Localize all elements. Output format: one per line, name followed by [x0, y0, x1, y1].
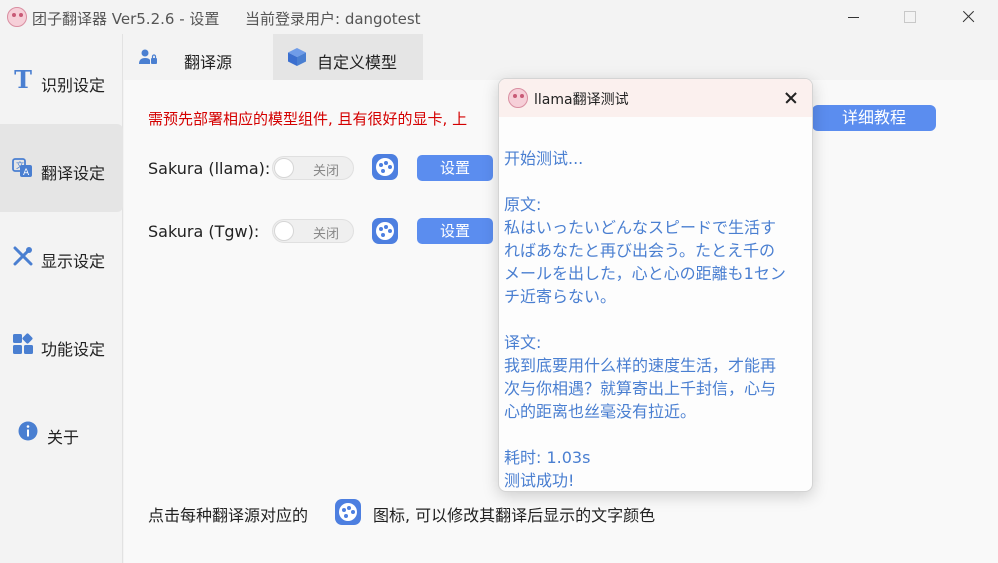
title-bar: 团子翻译器 Ver5.2.6 - 设置 当前登录用户: dangotest: [0, 0, 998, 34]
app-logo-icon: [7, 7, 27, 27]
sidebar-item-translation[interactable]: 文 A 翻译设定: [0, 124, 123, 212]
tab-custom-model[interactable]: 自定义模型: [273, 34, 423, 80]
detailed-tutorial-button[interactable]: 详细教程: [812, 105, 936, 131]
maximize-button[interactable]: [882, 0, 940, 34]
palette-dot: [351, 510, 355, 514]
palette-dot: [384, 225, 388, 229]
window-title: 团子翻译器 Ver5.2.6 - 设置: [32, 10, 220, 28]
palette-dot: [379, 227, 383, 231]
sidebar-item-label: 翻译设定: [41, 164, 106, 183]
current-user: 当前登录用户: dangotest: [245, 10, 421, 28]
footer-hint-end: 图标, 可以修改其翻译后显示的文字颜色: [373, 506, 656, 525]
dialog-close-button[interactable]: [779, 87, 803, 109]
toggle-knob: [274, 158, 294, 178]
app-logo-icon: [508, 88, 528, 108]
palette-dot: [388, 229, 392, 233]
sakura-llama-toggle[interactable]: 关闭: [272, 156, 354, 180]
palette-dot: [347, 506, 351, 510]
dialog-title: llama翻译测试: [534, 92, 629, 108]
dialog-line: 译文:: [504, 333, 542, 352]
sakura-tgw-toggle[interactable]: 关闭: [272, 219, 354, 243]
warning-text: 需预先部署相应的模型组件, 且有很好的显卡, 上: [148, 110, 468, 128]
palette-dot: [384, 161, 388, 165]
palette-icon: [335, 499, 361, 525]
dialog-line: メールを出した，心と心の距離も1セン: [504, 264, 786, 283]
translate-icon: 文 A: [12, 157, 34, 179]
footer-hint-start: 点击每种翻译源对应的: [148, 506, 309, 525]
apps-icon: [12, 333, 34, 355]
tab-bar: 翻译源 自定义模型: [124, 34, 998, 80]
sakura-llama-label: Sakura (llama):: [148, 159, 271, 178]
sidebar-item-label: 关于: [47, 428, 80, 447]
palette-face: [376, 158, 394, 176]
sidebar-item-display[interactable]: 显示设定: [0, 212, 123, 300]
tab-label: 翻译源: [184, 53, 233, 72]
palette-dot: [381, 233, 385, 237]
palette-dot: [381, 169, 385, 173]
dialog-line: 测试成功!: [504, 471, 575, 490]
toggle-state-label: 关闭: [313, 164, 340, 179]
dialog-line: 我到底要用什么样的速度生活，才能再: [504, 356, 777, 375]
dialog-line: 次与你相遇？就算寄出上千封信，心与: [504, 379, 777, 398]
sakura-llama-settings-button[interactable]: 设置: [417, 155, 493, 181]
dialog-line: 原文:: [504, 195, 542, 214]
toggle-knob: [274, 221, 294, 241]
sakura-tgw-settings-button[interactable]: 设置: [417, 218, 493, 244]
palette-face: [339, 503, 357, 521]
tab-translation-source[interactable]: 翻译源: [124, 34, 272, 80]
info-icon: [18, 421, 40, 443]
palette-icon[interactable]: [372, 218, 398, 244]
dialog-title-bar: llama翻译测试: [499, 79, 812, 117]
sidebar-item-label: 显示设定: [41, 252, 106, 271]
minimize-button[interactable]: [824, 0, 882, 34]
palette-face: [376, 222, 394, 240]
text-t-icon: T: [14, 65, 32, 94]
user-lock-icon: [138, 48, 158, 66]
toggle-state-label: 关闭: [313, 227, 340, 242]
cube-icon: [287, 47, 307, 67]
sidebar-item-label: 识别设定: [41, 76, 106, 95]
palette-dot: [344, 514, 348, 518]
dialog-line: 私はいったいどんなスピードで生活す: [504, 218, 777, 237]
sidebar-item-function[interactable]: 功能设定: [0, 300, 123, 388]
sidebar-item-label: 功能设定: [41, 340, 106, 359]
close-button[interactable]: [940, 0, 998, 34]
llama-test-dialog: llama翻译测试 开始测试... 原文: 私はいったいどんなスピードで生活す …: [498, 78, 813, 492]
sidebar-item-about[interactable]: 关于: [0, 388, 123, 476]
palette-dot: [379, 163, 383, 167]
sidebar-item-recognition[interactable]: T 识别设定: [0, 36, 123, 124]
dialog-line: チ近寄らない。: [504, 287, 617, 306]
palette-icon[interactable]: [372, 154, 398, 180]
tools-icon: [12, 245, 34, 267]
dialog-line: 耗时: 1.03s: [504, 448, 591, 467]
svg-text:A: A: [23, 168, 30, 178]
dialog-line: 开始测试...: [504, 149, 584, 168]
dialog-line: 心的距离也丝毫没有拉近。: [504, 402, 697, 421]
dialog-line: ればあなたと再び出会う。たとえ千の: [504, 241, 776, 260]
palette-dot: [342, 508, 346, 512]
sakura-tgw-label: Sakura (Tgw):: [148, 222, 260, 241]
palette-dot: [388, 165, 392, 169]
sidebar: T 识别设定 文 A 翻译设定 显示设定 功能设定 关于: [0, 34, 123, 563]
tab-label: 自定义模型: [317, 53, 398, 72]
